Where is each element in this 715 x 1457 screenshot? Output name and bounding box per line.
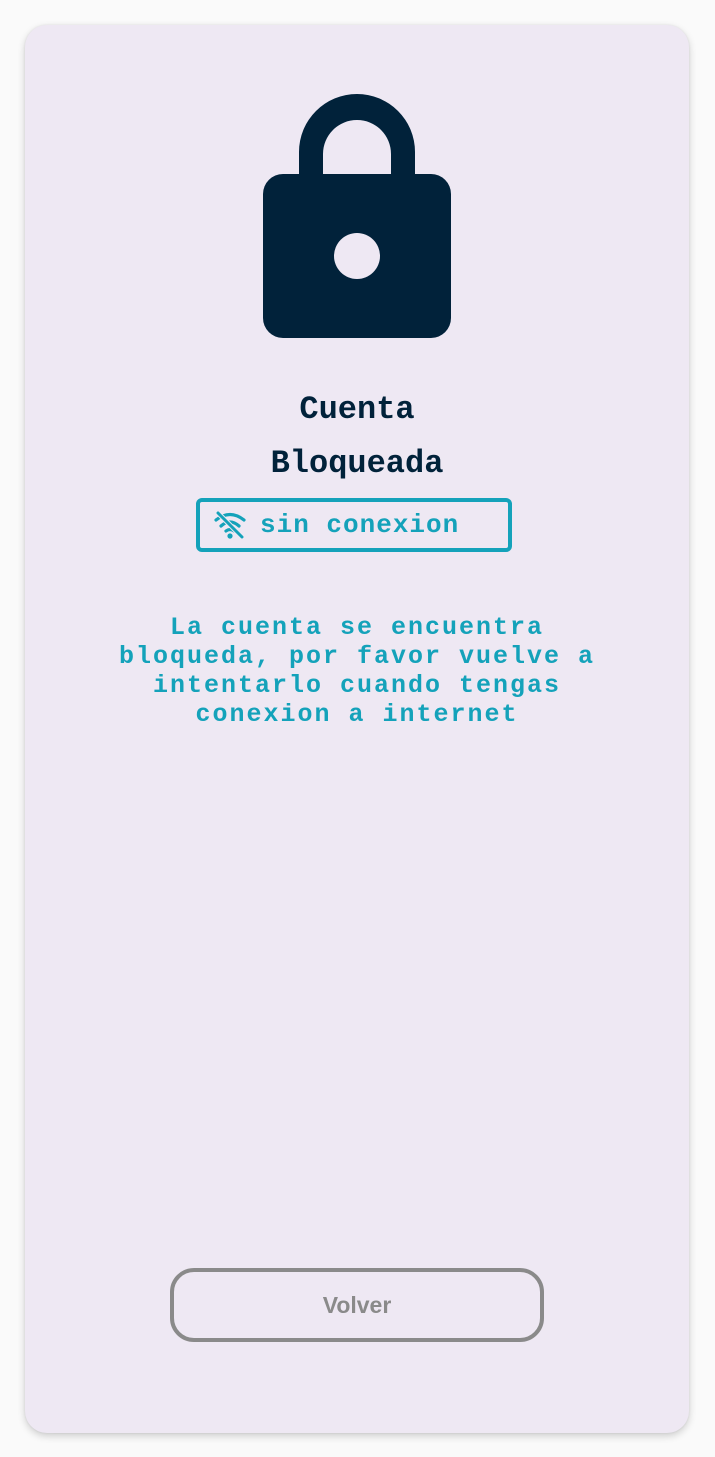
wifi-off-icon xyxy=(214,511,246,539)
page-title-line1: Cuenta xyxy=(299,391,415,428)
lock-icon xyxy=(263,94,451,338)
page-title-line2: Bloqueada xyxy=(270,445,444,482)
message-line-1: La cuenta se encuentra xyxy=(169,613,545,642)
back-button[interactable]: Volver xyxy=(170,1268,544,1342)
status-badge: sin conexion xyxy=(196,498,512,552)
locked-account-card: Cuenta Bloqueada sin conexion La cuenta … xyxy=(25,25,689,1433)
message-line-4: conexion a internet xyxy=(195,700,519,729)
message-line-2: bloqueda, por favor vuelve a xyxy=(118,642,596,671)
message-line-3: intentarlo cuando tengas xyxy=(152,671,562,700)
status-label: sin conexion xyxy=(260,510,460,540)
